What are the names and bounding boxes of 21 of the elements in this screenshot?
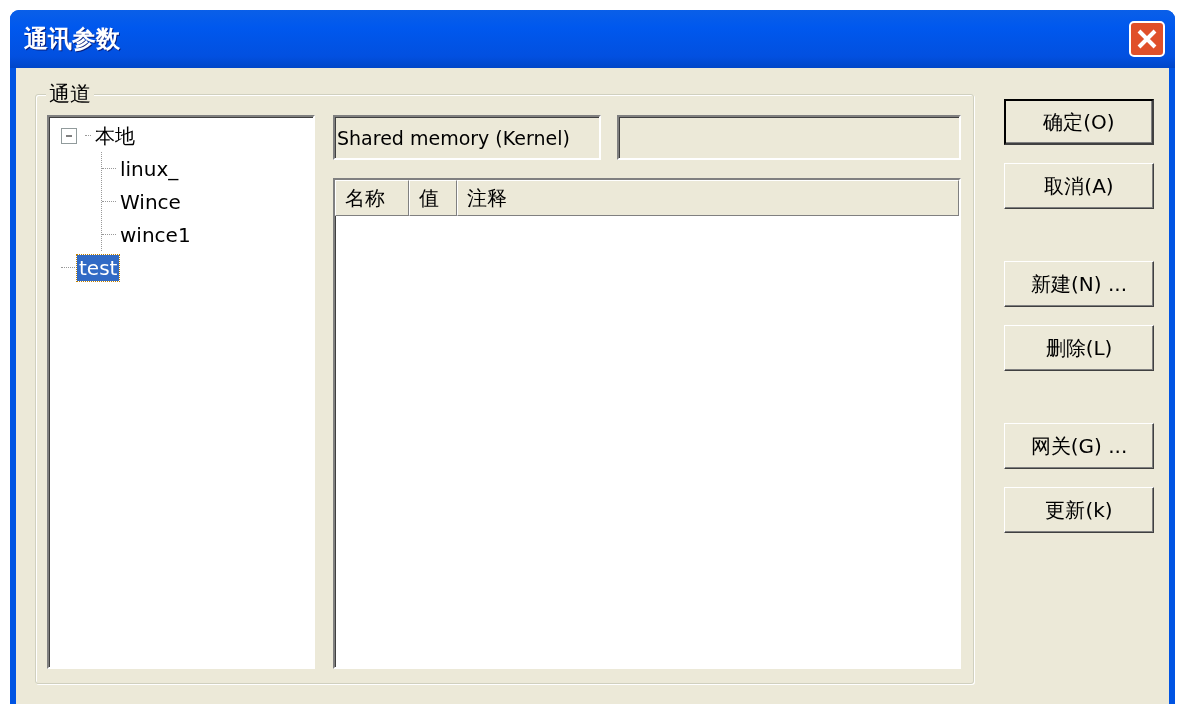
dialog-button[interactable]: 网关(G) ... bbox=[1004, 423, 1154, 469]
list-view[interactable]: 名称 值 注释 bbox=[333, 178, 961, 669]
tree-item[interactable]: wince1 bbox=[118, 221, 193, 248]
dialog-button[interactable]: 新建(N) ... bbox=[1004, 261, 1154, 307]
column-header[interactable]: 注释 bbox=[457, 180, 959, 216]
type-field: Shared memory (Kernel) bbox=[333, 115, 601, 160]
dialog-button[interactable]: 删除(L) bbox=[1004, 325, 1154, 371]
collapse-icon[interactable] bbox=[61, 127, 77, 144]
column-header[interactable]: 值 bbox=[409, 180, 457, 216]
tree-item[interactable]: test bbox=[77, 254, 120, 281]
tree-item[interactable]: linux_ bbox=[118, 155, 181, 182]
dialog-button[interactable]: 更新(k) bbox=[1004, 487, 1154, 533]
column-header[interactable]: 名称 bbox=[335, 180, 409, 216]
tree-view[interactable]: 本地 linux_ Wince wince1 test bbox=[47, 115, 315, 669]
tree-item[interactable]: Wince bbox=[118, 188, 183, 215]
tree-item[interactable]: 本地 bbox=[93, 122, 137, 149]
close-button[interactable] bbox=[1129, 21, 1165, 57]
window-title: 通讯参数 bbox=[24, 24, 120, 55]
dialog-button[interactable]: 取消(A) bbox=[1004, 163, 1154, 209]
dialog-button[interactable]: 确定(O) bbox=[1004, 99, 1154, 145]
close-icon bbox=[1136, 28, 1158, 50]
